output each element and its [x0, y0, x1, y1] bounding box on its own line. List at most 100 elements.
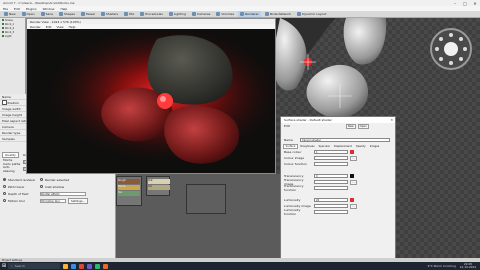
- menu-file[interactable]: File: [3, 7, 8, 11]
- mode-row[interactable]: Motion blur 3D motion blur Settings...: [0, 197, 115, 204]
- mode-row[interactable]: Depth of field Shutter effects: [0, 190, 115, 197]
- node-icon: [264, 12, 269, 16]
- tab-specular[interactable]: Specular: [317, 145, 331, 148]
- taskbar-search[interactable]: ⌕ Search: [8, 263, 60, 269]
- browse-icon[interactable]: …: [350, 203, 357, 209]
- tab-images[interactable]: Images: [368, 145, 380, 148]
- luminosity-function-field[interactable]: [314, 210, 348, 214]
- node-socket[interactable]: Out: [148, 179, 170, 184]
- scene-tree-item[interactable]: Light: [0, 34, 25, 38]
- check-cast-shadow[interactable]: [40, 185, 43, 188]
- material-row: Luminosity function: [281, 208, 395, 216]
- render-scene: [27, 29, 275, 173]
- toolbar-mix[interactable]: Mix: [122, 11, 136, 17]
- node-editor[interactable]: Rough Bump Tex Out Col: [116, 174, 280, 262]
- mode-row[interactable]: Path tracer Cast shadow: [0, 183, 115, 190]
- colour-function-field[interactable]: [314, 162, 348, 166]
- node-socket[interactable]: Bump: [118, 185, 140, 190]
- luminosity-image-field[interactable]: [314, 204, 348, 208]
- menu-plugins[interactable]: Plugins: [26, 7, 37, 11]
- translucency-swatch[interactable]: [350, 174, 354, 178]
- browser-icon[interactable]: [71, 263, 76, 269]
- node-socket[interactable]: Col: [148, 185, 170, 190]
- material-editor-dialog[interactable]: Surface shader - Default shader ✕ Edit N…: [280, 116, 396, 266]
- toolbar-renderer[interactable]: Renderer: [238, 11, 261, 17]
- toolbar-tessel[interactable]: Tessel: [79, 11, 97, 17]
- save-icon: [40, 12, 45, 16]
- radio-path-tracer[interactable]: [3, 185, 6, 188]
- node-block[interactable]: Rough Bump Tex: [116, 176, 142, 206]
- menu-window[interactable]: Window: [43, 7, 55, 11]
- translucency-field[interactable]: 0: [314, 174, 348, 178]
- toolbar-procedurals[interactable]: Procedurals: [138, 11, 165, 17]
- radio-standard[interactable]: [3, 178, 6, 181]
- radio-depth-of-field[interactable]: [3, 192, 6, 195]
- start-icon[interactable]: ⊞: [0, 262, 8, 270]
- open-icon: [21, 12, 26, 16]
- toolbar-new[interactable]: New: [2, 11, 18, 17]
- orientation-icon: [435, 33, 467, 65]
- node-socket[interactable]: Tex: [118, 191, 140, 196]
- radio-motion-blur[interactable]: [3, 199, 6, 202]
- render-menu-render[interactable]: Render: [30, 25, 41, 29]
- open-material-button[interactable]: Open: [357, 123, 369, 129]
- toolbar-shaders[interactable]: Shaders: [99, 11, 120, 17]
- scene-tree: Scene Rock_1 Rock_2 Rock_3 Light: [0, 18, 26, 94]
- node-block[interactable]: [186, 184, 226, 214]
- render-menu-edit[interactable]: Edit: [46, 25, 52, 29]
- system-tray: 9°C Storm incoming 22:08 21-10-2024: [428, 262, 476, 270]
- app-icon[interactable]: [95, 263, 100, 269]
- app-icon[interactable]: [87, 263, 92, 269]
- browse-icon[interactable]: …: [350, 179, 357, 185]
- render-menu-view[interactable]: View: [57, 25, 64, 29]
- close-icon[interactable]: ✕: [390, 118, 393, 122]
- toolbar-open[interactable]: Open: [20, 11, 37, 17]
- app-icon[interactable]: [79, 263, 84, 269]
- main-toolbar: New Open Save Shapes Tessel Shaders Mix …: [0, 11, 480, 18]
- tab-displacement[interactable]: Displacement: [332, 145, 353, 148]
- toolbar-lighting[interactable]: Lighting: [167, 11, 188, 17]
- motion-blur-select[interactable]: 3D motion blur: [40, 198, 66, 203]
- clock[interactable]: 22:08 21-10-2024: [460, 263, 476, 269]
- node-block[interactable]: Out Col: [146, 176, 170, 196]
- render-icon: [240, 12, 245, 16]
- toolbar-save[interactable]: Save: [39, 11, 55, 17]
- render-view-window[interactable]: Render View - 1024 x 576 (100%) Render E…: [26, 18, 276, 174]
- tab-roughness[interactable]: Roughness: [299, 145, 316, 148]
- browse-icon[interactable]: …: [350, 155, 357, 161]
- tab-surface[interactable]: Surface: [283, 143, 298, 149]
- menu-help[interactable]: Help: [60, 7, 67, 11]
- translucency-image-field[interactable]: [314, 180, 348, 184]
- search-icon: ⌕: [11, 264, 13, 268]
- shutter-field[interactable]: Shutter effects: [40, 191, 86, 196]
- weather-text[interactable]: 9°C Storm incoming: [428, 264, 456, 268]
- new-material-button[interactable]: New: [346, 123, 356, 129]
- layout-icon: [297, 12, 302, 16]
- mode-row[interactable]: Standard renderer Render selected: [0, 176, 115, 183]
- luminosity-field[interactable]: 20: [314, 198, 348, 202]
- tab-opacity[interactable]: Opacity: [354, 145, 367, 148]
- base-colour-field[interactable]: 1: [314, 150, 348, 154]
- view-cube[interactable]: [430, 28, 472, 70]
- node-socket[interactable]: Rough: [118, 179, 140, 184]
- base-colour-swatch[interactable]: [350, 150, 354, 154]
- translucency-function-field[interactable]: [314, 186, 348, 190]
- material-name-field[interactable]: Canyon shader: [300, 138, 390, 142]
- toolbar-node-network[interactable]: Node Network: [263, 11, 293, 17]
- toolbar-dynamic-layout[interactable]: Dynamic Layout: [295, 11, 328, 17]
- luminosity-swatch[interactable]: [350, 198, 354, 202]
- toolbar-shapes[interactable]: Shapes: [57, 11, 77, 17]
- light-icon: [2, 35, 4, 37]
- menu-edit[interactable]: Edit: [14, 7, 20, 11]
- file-explorer-icon[interactable]: [63, 263, 68, 269]
- check-render-selected[interactable]: [40, 178, 43, 181]
- os-taskbar: ⊞ ⌕ Search 9°C Storm incoming 22:08 21-1…: [0, 262, 480, 270]
- object-icon: [2, 31, 4, 33]
- render-menu-help[interactable]: Help: [69, 25, 76, 29]
- antialias-label: Anti-aliasing: [3, 164, 15, 173]
- toolbar-volumes[interactable]: Volumes: [214, 11, 236, 17]
- colour-image-field[interactable]: [314, 156, 348, 160]
- settings-button[interactable]: Settings...: [68, 197, 89, 204]
- arnold-icon[interactable]: [103, 263, 108, 269]
- toolbar-cameras[interactable]: Cameras: [190, 11, 212, 17]
